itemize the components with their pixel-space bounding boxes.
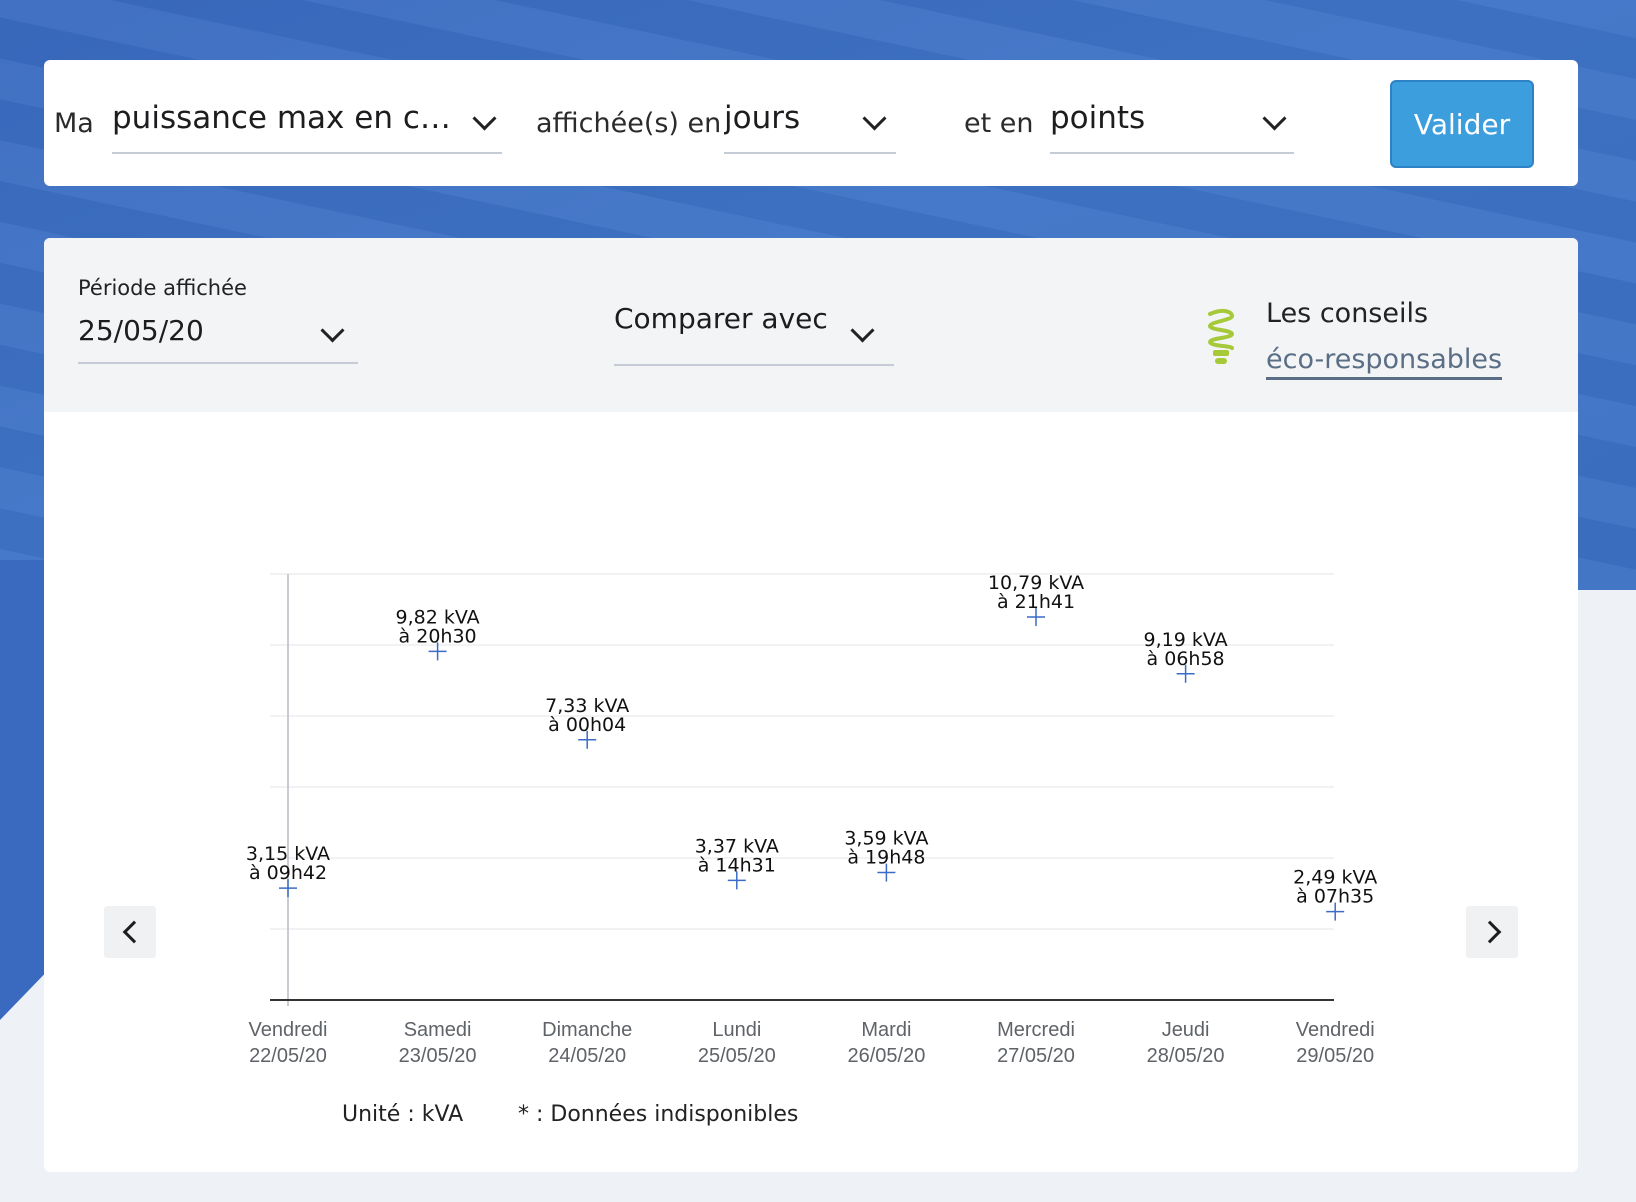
chevron-down-icon (320, 318, 345, 343)
chevron-left-icon (122, 920, 146, 944)
and-in-label: et en (964, 108, 1034, 139)
previous-period-button[interactable] (104, 906, 156, 958)
chevron-down-icon (850, 318, 875, 343)
x-tick-date: 28/05/20 (1147, 1045, 1225, 1067)
validate-button[interactable]: Valider (1390, 80, 1534, 168)
x-tick-date: 25/05/20 (698, 1045, 776, 1067)
x-tick-day: Mardi (861, 1019, 911, 1041)
x-tick-day: Samedi (404, 1019, 472, 1041)
data-time-label: à 14h31 (698, 854, 776, 876)
data-time-label: à 06h58 (1147, 648, 1225, 670)
power-chart: Vendredi 22/05/20 Samedi 23/05/20 Dimanche 24… (246, 572, 1377, 1067)
data-time-label: à 00h04 (548, 714, 626, 736)
display-mode-select[interactable]: points (1050, 100, 1294, 154)
x-tick-day: Mercredi (997, 1019, 1075, 1041)
selector-prefix: Ma (54, 108, 94, 139)
chevron-down-icon (862, 106, 887, 131)
x-tick-date: 24/05/20 (548, 1045, 626, 1067)
x-tick-day: Lundi (712, 1019, 761, 1041)
x-tick-day: Dimanche (542, 1019, 632, 1041)
x-tick-date: 23/05/20 (399, 1045, 477, 1067)
measure-select[interactable]: puissance max en conso… (112, 100, 502, 154)
data-time-label: à 20h30 (399, 625, 477, 647)
granularity-value: jours (724, 100, 801, 136)
missing-data-legend: * : Données indisponibles (518, 1102, 799, 1127)
period-select[interactable]: 25/05/20 (78, 310, 358, 364)
x-tick-day: Jeudi (1162, 1019, 1210, 1041)
bulb-icon (1207, 308, 1235, 364)
measure-value: puissance max en conso… (112, 100, 462, 136)
consumption-panel: Période affichée 25/05/20 Comparer avec … (44, 238, 1578, 1172)
x-tick-date: 27/05/20 (997, 1045, 1075, 1067)
compare-select[interactable]: Comparer avec (614, 300, 894, 366)
granularity-select[interactable]: jours (724, 100, 896, 154)
display-mode-value: points (1050, 100, 1146, 136)
data-time-label: à 07h35 (1296, 886, 1374, 908)
data-time-label: à 09h42 (249, 862, 327, 884)
unit-legend: Unité : kVA (342, 1102, 464, 1127)
eco-tips-link[interactable]: éco-responsables (1266, 344, 1503, 380)
x-tick-day: Vendredi (1296, 1019, 1375, 1041)
chevron-down-icon (472, 106, 497, 131)
data-time-label: à 21h41 (997, 591, 1075, 613)
next-period-button[interactable] (1466, 906, 1518, 958)
x-tick-date: 29/05/20 (1296, 1045, 1374, 1067)
x-tick-date: 22/05/20 (249, 1045, 327, 1067)
shown-in-label: affichée(s) en (536, 108, 722, 139)
x-tick-date: 26/05/20 (847, 1045, 925, 1067)
chevron-down-icon (1262, 106, 1287, 131)
x-tick-day: Vendredi (249, 1019, 328, 1041)
data-time-label: à 19h48 (847, 847, 925, 869)
selector-bar: Ma puissance max en conso… affichée(s) e… (44, 60, 1578, 186)
chevron-right-icon (1478, 920, 1502, 944)
compare-label: Comparer avec (614, 302, 828, 335)
filter-band: Période affichée 25/05/20 Comparer avec … (44, 238, 1578, 412)
period-value: 25/05/20 (78, 314, 204, 347)
period-label: Période affichée (78, 276, 247, 300)
eco-title: Les conseils (1266, 298, 1429, 329)
